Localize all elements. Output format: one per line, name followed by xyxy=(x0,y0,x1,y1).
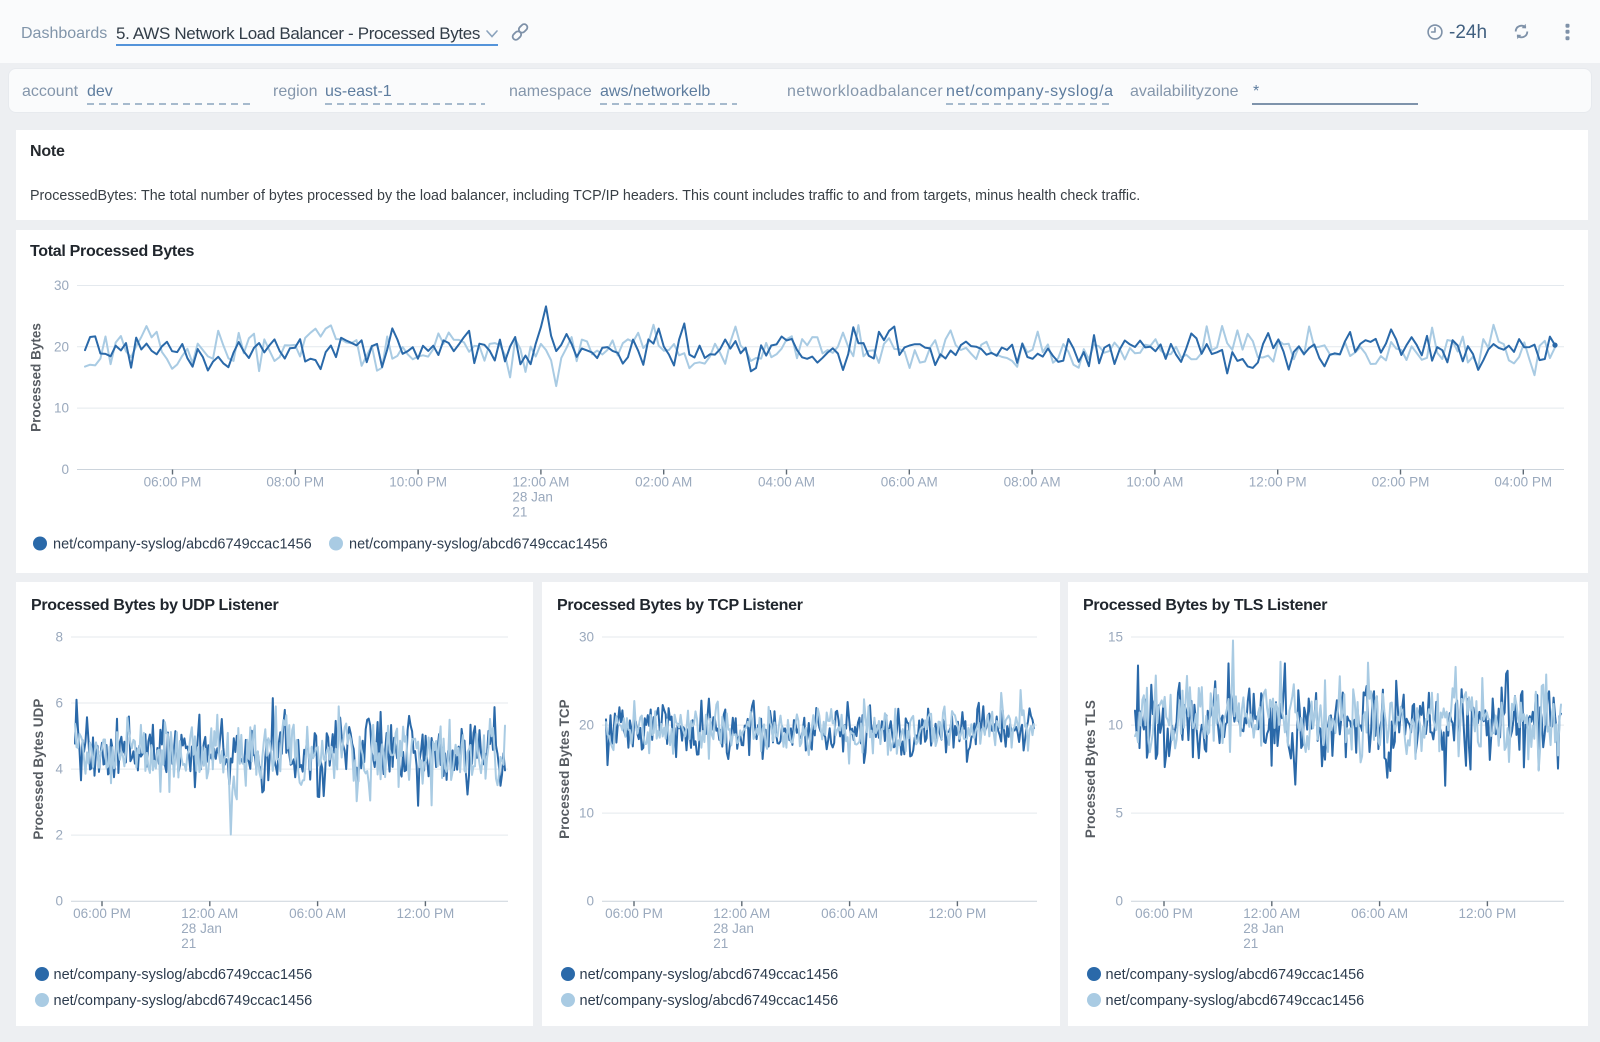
svg-text:net/company-syslog/abcd6749cca: net/company-syslog/abcd6749ccac1456 xyxy=(580,993,839,1009)
svg-text:net/company-syslog/abcd6749cca: net/company-syslog/abcd6749ccac1456 xyxy=(580,967,839,983)
svg-text:20: 20 xyxy=(54,339,69,354)
svg-text:net/company-syslog/abcd6749cca: net/company-syslog/abcd6749ccac1456 xyxy=(53,537,312,553)
svg-text:06:00 PM: 06:00 PM xyxy=(73,906,131,921)
svg-text:0: 0 xyxy=(1115,894,1123,909)
svg-text:0: 0 xyxy=(586,894,594,909)
svg-text:net/company-syslog/abcd6749cca: net/company-syslog/abcd6749ccac1456 xyxy=(54,967,313,983)
svg-text:Total Processed Bytes: Total Processed Bytes xyxy=(30,243,195,260)
svg-text:10:00 AM: 10:00 AM xyxy=(1126,475,1183,490)
svg-text:28 Jan: 28 Jan xyxy=(1243,921,1284,936)
svg-text:21: 21 xyxy=(181,936,196,951)
svg-text:Processed Bytes UDP: Processed Bytes UDP xyxy=(31,699,46,840)
svg-text:02:00 PM: 02:00 PM xyxy=(1372,475,1430,490)
svg-text:12:00 PM: 12:00 PM xyxy=(1459,906,1517,921)
svg-text:08:00 AM: 08:00 AM xyxy=(1004,475,1061,490)
svg-text:12:00 PM: 12:00 PM xyxy=(397,906,455,921)
svg-text:06:00 AM: 06:00 AM xyxy=(881,475,938,490)
svg-text:8: 8 xyxy=(55,630,63,645)
svg-text:04:00 AM: 04:00 AM xyxy=(758,475,815,490)
svg-text:0: 0 xyxy=(61,462,69,477)
svg-text:04:00 PM: 04:00 PM xyxy=(1494,475,1552,490)
svg-text:12:00 AM: 12:00 AM xyxy=(181,906,238,921)
svg-text:08:00 PM: 08:00 PM xyxy=(266,475,324,490)
svg-text:Processed Bytes TCP: Processed Bytes TCP xyxy=(557,699,572,839)
svg-text:net/company-syslog/abcd6749cca: net/company-syslog/abcd6749ccac1456 xyxy=(54,993,313,1009)
svg-text:5: 5 xyxy=(1115,806,1123,821)
svg-text:10: 10 xyxy=(1108,718,1123,733)
svg-text:28 Jan: 28 Jan xyxy=(512,490,553,505)
svg-text:30: 30 xyxy=(54,278,69,293)
svg-text:Processed Bytes by TCP Listene: Processed Bytes by TCP Listener xyxy=(557,597,803,614)
svg-text:12:00 AM: 12:00 AM xyxy=(1243,906,1300,921)
svg-text:28 Jan: 28 Jan xyxy=(713,921,754,936)
svg-text:12:00 PM: 12:00 PM xyxy=(1249,475,1307,490)
svg-text:10:00 PM: 10:00 PM xyxy=(389,475,447,490)
svg-text:Processed Bytes TLS: Processed Bytes TLS xyxy=(1083,700,1098,838)
svg-text:4: 4 xyxy=(55,762,63,777)
svg-text:06:00 AM: 06:00 AM xyxy=(289,906,346,921)
svg-text:12:00 AM: 12:00 AM xyxy=(713,906,770,921)
svg-text:10: 10 xyxy=(579,806,594,821)
svg-text:06:00 AM: 06:00 AM xyxy=(1351,906,1408,921)
svg-text:06:00 AM: 06:00 AM xyxy=(821,906,878,921)
svg-text:Processed Bytes by TLS Listene: Processed Bytes by TLS Listener xyxy=(1083,597,1327,614)
svg-text:21: 21 xyxy=(713,936,728,951)
svg-text:12:00 AM: 12:00 AM xyxy=(512,475,569,490)
svg-text:21: 21 xyxy=(512,505,527,520)
svg-text:Processed Bytes: Processed Bytes xyxy=(29,323,44,432)
svg-text:06:00 PM: 06:00 PM xyxy=(144,475,202,490)
svg-text:15: 15 xyxy=(1108,630,1123,645)
svg-text:06:00 PM: 06:00 PM xyxy=(1135,906,1193,921)
svg-text:20: 20 xyxy=(579,718,594,733)
svg-text:12:00 PM: 12:00 PM xyxy=(929,906,987,921)
svg-text:0: 0 xyxy=(55,894,63,909)
svg-text:02:00 AM: 02:00 AM xyxy=(635,475,692,490)
svg-text:2: 2 xyxy=(55,828,63,843)
svg-text:06:00 PM: 06:00 PM xyxy=(605,906,663,921)
svg-text:net/company-syslog/abcd6749cca: net/company-syslog/abcd6749ccac1456 xyxy=(1106,967,1365,983)
svg-text:10: 10 xyxy=(54,401,69,416)
svg-text:30: 30 xyxy=(579,630,594,645)
svg-text:Processed Bytes by UDP Listene: Processed Bytes by UDP Listener xyxy=(31,597,278,614)
svg-text:21: 21 xyxy=(1243,936,1258,951)
svg-text:net/company-syslog/abcd6749cca: net/company-syslog/abcd6749ccac1456 xyxy=(1106,993,1365,1009)
svg-text:6: 6 xyxy=(55,696,63,711)
svg-text:net/company-syslog/abcd6749cca: net/company-syslog/abcd6749ccac1456 xyxy=(349,537,608,553)
svg-text:28 Jan: 28 Jan xyxy=(181,921,222,936)
